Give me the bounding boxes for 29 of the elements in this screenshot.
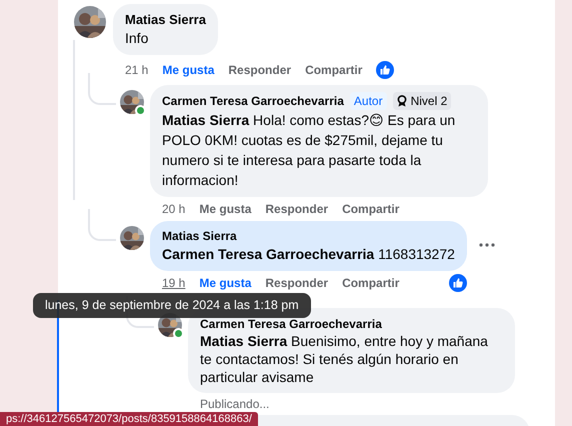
author-name[interactable]: Matias Sierra (162, 228, 237, 244)
more-icon[interactable] (478, 243, 495, 247)
reply-link[interactable]: Responder (265, 202, 328, 216)
author-name[interactable]: Matias Sierra (125, 11, 206, 28)
share-link[interactable]: Compartir (342, 276, 400, 290)
comment-text: Matias Sierra Buenisimo, entre hoy y mañana te contactamos! Si tenés algún horario en particular avisame (200, 332, 489, 386)
author-name[interactable]: Carmen Teresa Garroechevarria (162, 93, 344, 109)
reply-link[interactable]: Responder (265, 276, 328, 290)
comment-text: Carmen Teresa Garroechevarria 1168313272 (162, 245, 455, 264)
author-name[interactable]: Carmen Teresa Garroechevarria (200, 316, 382, 332)
comment-text: Matias Sierra Hola! como estas?😊 Es para un POLO 0KM! cuotas es de $275mil, dejame tu numero si te interesa para pasarte toda la informacion! (162, 111, 456, 190)
share-link[interactable]: Compartir (305, 63, 362, 77)
status-bar-url: ps://346127565472073/posts/8359158864168863/ (0, 412, 258, 426)
author-badge: Autor (350, 92, 387, 110)
medal-icon (396, 95, 407, 107)
timestamp-link[interactable]: 19 h (162, 276, 186, 290)
timestamp-link[interactable]: 20 h (162, 202, 186, 216)
like-link[interactable]: Me gusta (162, 63, 214, 77)
comment-text: Info (125, 29, 150, 48)
thread-connector (88, 73, 116, 105)
share-link[interactable]: Compartir (342, 202, 400, 216)
like-link[interactable]: Me gusta (199, 202, 252, 216)
reply-link[interactable]: Responder (228, 63, 292, 77)
level-badge: Nivel 2 (392, 92, 452, 110)
like-link[interactable]: Me gusta (199, 276, 252, 290)
thread-connector (88, 209, 116, 241)
posting-status: Publicando... (200, 397, 270, 411)
date-tooltip: lunes, 9 de septiembre de 2024 a las 1:18 pm (33, 293, 311, 318)
timestamp-link[interactable]: 21 h (125, 63, 148, 77)
